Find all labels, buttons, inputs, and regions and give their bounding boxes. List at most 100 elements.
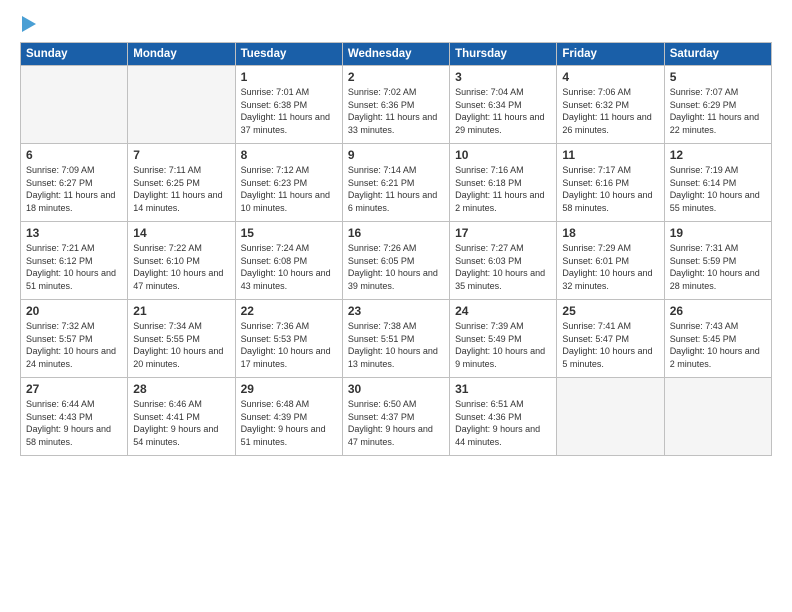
- calendar-cell: 29 Sunrise: 6:48 AM Sunset: 4:39 PM Dayli…: [235, 378, 342, 456]
- cell-info: Sunrise: 7:22 AM Sunset: 6:10 PM Dayligh…: [133, 242, 229, 292]
- calendar-cell: 1Sunrise: 7:01 AM Sunset: 6:38 PM Daylig…: [235, 66, 342, 144]
- calendar-cell: 21 Sunrise: 7:34 AM Sunset: 5:55 PM Dayli…: [128, 300, 235, 378]
- calendar-cell: 2 Sunrise: 7:02 AM Sunset: 6:36 PM Daylig…: [342, 66, 449, 144]
- cell-info: Sunrise: 6:48 AM Sunset: 4:39 PM Dayligh…: [241, 398, 337, 448]
- cell-info: Sunrise: 6:51 AM Sunset: 4:36 PM Dayligh…: [455, 398, 551, 448]
- calendar-cell: 6 Sunrise: 7:09 AM Sunset: 6:27 PM Daylig…: [21, 144, 128, 222]
- cell-info: Sunrise: 7:06 AM Sunset: 6:32 PM Dayligh…: [562, 86, 658, 136]
- calendar-cell: 9Sunrise: 7:14 AM Sunset: 6:21 PM Daylig…: [342, 144, 449, 222]
- day-number: 28: [133, 382, 229, 396]
- calendar-week-5: 27 Sunrise: 6:44 AM Sunset: 4:43 PM Dayli…: [21, 378, 772, 456]
- cell-info: Sunrise: 7:09 AM Sunset: 6:27 PM Dayligh…: [26, 164, 122, 214]
- day-number: 26: [670, 304, 766, 318]
- col-tuesday: Tuesday: [235, 43, 342, 66]
- col-wednesday: Wednesday: [342, 43, 449, 66]
- calendar-cell: [21, 66, 128, 144]
- calendar-cell: 16 Sunrise: 7:26 AM Sunset: 6:05 PM Dayli…: [342, 222, 449, 300]
- cell-info: Sunrise: 7:04 AM Sunset: 6:34 PM Dayligh…: [455, 86, 551, 136]
- calendar-cell: 11Sunrise: 7:17 AM Sunset: 6:16 PM Dayli…: [557, 144, 664, 222]
- calendar-cell: 24 Sunrise: 7:39 AM Sunset: 5:49 PM Dayli…: [450, 300, 557, 378]
- cell-info: Sunrise: 7:43 AM Sunset: 5:45 PM Dayligh…: [670, 320, 766, 370]
- cell-info: Sunrise: 7:07 AM Sunset: 6:29 PM Dayligh…: [670, 86, 766, 136]
- cell-info: Sunrise: 7:17 AM Sunset: 6:16 PM Dayligh…: [562, 164, 658, 214]
- cell-info: Sunrise: 6:46 AM Sunset: 4:41 PM Dayligh…: [133, 398, 229, 448]
- day-number: 27: [26, 382, 122, 396]
- cell-info: Sunrise: 7:26 AM Sunset: 6:05 PM Dayligh…: [348, 242, 444, 292]
- day-number: 24: [455, 304, 551, 318]
- col-friday: Friday: [557, 43, 664, 66]
- logo-arrow-icon: [22, 16, 36, 32]
- day-number: 29: [241, 382, 337, 396]
- calendar-cell: 3 Sunrise: 7:04 AM Sunset: 6:34 PM Daylig…: [450, 66, 557, 144]
- cell-info: Sunrise: 7:24 AM Sunset: 6:08 PM Dayligh…: [241, 242, 337, 292]
- calendar-cell: 12 Sunrise: 7:19 AM Sunset: 6:14 PM Dayli…: [664, 144, 771, 222]
- logo: [20, 16, 36, 32]
- calendar-cell: 7 Sunrise: 7:11 AM Sunset: 6:25 PM Daylig…: [128, 144, 235, 222]
- day-number: 22: [241, 304, 337, 318]
- calendar-cell: [664, 378, 771, 456]
- day-number: 15: [241, 226, 337, 240]
- day-number: 3: [455, 70, 551, 84]
- day-number: 5: [670, 70, 766, 84]
- cell-info: Sunrise: 7:02 AM Sunset: 6:36 PM Dayligh…: [348, 86, 444, 136]
- cell-info: Sunrise: 7:19 AM Sunset: 6:14 PM Dayligh…: [670, 164, 766, 214]
- calendar-cell: 30 Sunrise: 6:50 AM Sunset: 4:37 PM Dayli…: [342, 378, 449, 456]
- day-number: 16: [348, 226, 444, 240]
- calendar-cell: 18 Sunrise: 7:29 AM Sunset: 6:01 PM Dayli…: [557, 222, 664, 300]
- cell-info: Sunrise: 7:39 AM Sunset: 5:49 PM Dayligh…: [455, 320, 551, 370]
- calendar-cell: 4Sunrise: 7:06 AM Sunset: 6:32 PM Daylig…: [557, 66, 664, 144]
- cell-info: Sunrise: 7:16 AM Sunset: 6:18 PM Dayligh…: [455, 164, 551, 214]
- cell-info: Sunrise: 7:36 AM Sunset: 5:53 PM Dayligh…: [241, 320, 337, 370]
- col-sunday: Sunday: [21, 43, 128, 66]
- calendar-cell: 5 Sunrise: 7:07 AM Sunset: 6:29 PM Daylig…: [664, 66, 771, 144]
- calendar-cell: 20 Sunrise: 7:32 AM Sunset: 5:57 PM Dayli…: [21, 300, 128, 378]
- day-number: 21: [133, 304, 229, 318]
- calendar-cell: 13 Sunrise: 7:21 AM Sunset: 6:12 PM Dayli…: [21, 222, 128, 300]
- header: [20, 16, 772, 32]
- page: Sunday Monday Tuesday Wednesday Thursday…: [0, 0, 792, 466]
- calendar-cell: 15 Sunrise: 7:24 AM Sunset: 6:08 PM Dayli…: [235, 222, 342, 300]
- day-number: 20: [26, 304, 122, 318]
- cell-info: Sunrise: 7:41 AM Sunset: 5:47 PM Dayligh…: [562, 320, 658, 370]
- calendar-cell: 19Sunrise: 7:31 AM Sunset: 5:59 PM Dayli…: [664, 222, 771, 300]
- calendar-week-1: 1Sunrise: 7:01 AM Sunset: 6:38 PM Daylig…: [21, 66, 772, 144]
- day-number: 1: [241, 70, 337, 84]
- cell-info: Sunrise: 7:11 AM Sunset: 6:25 PM Dayligh…: [133, 164, 229, 214]
- day-number: 6: [26, 148, 122, 162]
- day-number: 19: [670, 226, 766, 240]
- calendar-week-3: 13 Sunrise: 7:21 AM Sunset: 6:12 PM Dayli…: [21, 222, 772, 300]
- day-number: 7: [133, 148, 229, 162]
- calendar-cell: 23 Sunrise: 7:38 AM Sunset: 5:51 PM Dayli…: [342, 300, 449, 378]
- day-number: 14: [133, 226, 229, 240]
- header-row: Sunday Monday Tuesday Wednesday Thursday…: [21, 43, 772, 66]
- day-number: 25: [562, 304, 658, 318]
- calendar-week-4: 20 Sunrise: 7:32 AM Sunset: 5:57 PM Dayli…: [21, 300, 772, 378]
- cell-info: Sunrise: 7:14 AM Sunset: 6:21 PM Dayligh…: [348, 164, 444, 214]
- day-number: 10: [455, 148, 551, 162]
- day-number: 2: [348, 70, 444, 84]
- day-number: 8: [241, 148, 337, 162]
- calendar-week-2: 6 Sunrise: 7:09 AM Sunset: 6:27 PM Daylig…: [21, 144, 772, 222]
- calendar-cell: 14 Sunrise: 7:22 AM Sunset: 6:10 PM Dayli…: [128, 222, 235, 300]
- cell-info: Sunrise: 6:44 AM Sunset: 4:43 PM Dayligh…: [26, 398, 122, 448]
- cell-info: Sunrise: 6:50 AM Sunset: 4:37 PM Dayligh…: [348, 398, 444, 448]
- calendar-cell: 26 Sunrise: 7:43 AM Sunset: 5:45 PM Dayli…: [664, 300, 771, 378]
- day-number: 12: [670, 148, 766, 162]
- cell-info: Sunrise: 7:21 AM Sunset: 6:12 PM Dayligh…: [26, 242, 122, 292]
- calendar-cell: 28 Sunrise: 6:46 AM Sunset: 4:41 PM Dayli…: [128, 378, 235, 456]
- cell-info: Sunrise: 7:34 AM Sunset: 5:55 PM Dayligh…: [133, 320, 229, 370]
- cell-info: Sunrise: 7:29 AM Sunset: 6:01 PM Dayligh…: [562, 242, 658, 292]
- calendar-cell: 10 Sunrise: 7:16 AM Sunset: 6:18 PM Dayli…: [450, 144, 557, 222]
- day-number: 13: [26, 226, 122, 240]
- day-number: 30: [348, 382, 444, 396]
- day-number: 18: [562, 226, 658, 240]
- cell-info: Sunrise: 7:12 AM Sunset: 6:23 PM Dayligh…: [241, 164, 337, 214]
- col-monday: Monday: [128, 43, 235, 66]
- calendar-cell: [557, 378, 664, 456]
- cell-info: Sunrise: 7:32 AM Sunset: 5:57 PM Dayligh…: [26, 320, 122, 370]
- calendar-cell: 22 Sunrise: 7:36 AM Sunset: 5:53 PM Dayli…: [235, 300, 342, 378]
- calendar-cell: 27 Sunrise: 6:44 AM Sunset: 4:43 PM Dayli…: [21, 378, 128, 456]
- day-number: 23: [348, 304, 444, 318]
- cell-info: Sunrise: 7:38 AM Sunset: 5:51 PM Dayligh…: [348, 320, 444, 370]
- day-number: 17: [455, 226, 551, 240]
